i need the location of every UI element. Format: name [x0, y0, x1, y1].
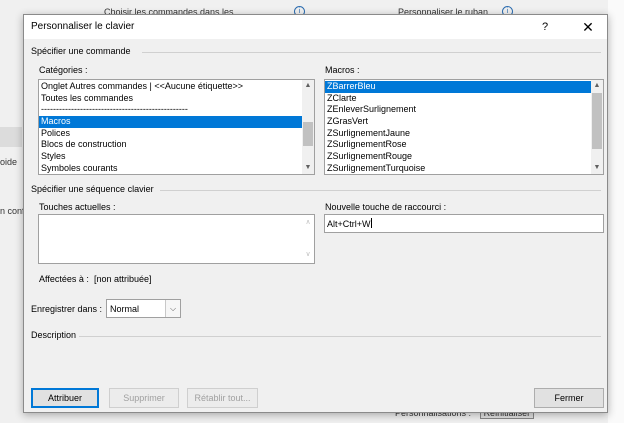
save-in-label: Enregistrer dans : [31, 304, 103, 314]
scroll-down-arrow-icon[interactable]: ▼ [591, 162, 603, 174]
new-shortcut-value: Alt+Ctrl+W [327, 219, 371, 229]
category-list-item[interactable]: Polices [39, 128, 314, 140]
macros-listbox[interactable]: ZBarrerBleu ZClarte ZEnleverSurlignement ZG… [324, 79, 604, 175]
categories-scrollbar[interactable]: ▲ ▼ [302, 80, 314, 174]
remove-button[interactable]: Supprimer [109, 388, 179, 408]
scroll-up-arrow-icon[interactable]: ∧ [302, 217, 314, 229]
dialog-titlebar: Personnaliser le clavier ? ✕ [24, 15, 607, 39]
category-list-item[interactable]: Symboles courants [39, 163, 314, 174]
bg-left-text: n conf [0, 206, 25, 216]
macro-list-item[interactable]: ZClarte [325, 93, 603, 105]
category-list-item[interactable]: Macros [39, 116, 314, 128]
text-caret [370, 218, 372, 228]
category-list-item[interactable]: Blocs de construction [39, 139, 314, 151]
category-list-item[interactable]: ----------------------------------------… [39, 104, 314, 116]
reset-all-button[interactable]: Rétablir tout... [187, 388, 258, 408]
scroll-thumb[interactable] [303, 122, 313, 146]
background-window-edge [608, 0, 624, 423]
close-icon[interactable]: ✕ [577, 17, 599, 37]
specify-command-heading: Spécifier une commande [31, 46, 131, 56]
bg-left-text: oide [0, 157, 18, 167]
assign-button[interactable]: Attribuer [31, 388, 99, 408]
close-button[interactable]: Fermer [534, 388, 604, 408]
help-button[interactable]: ? [535, 17, 555, 37]
macros-scrollbar[interactable]: ▲ ▼ [591, 80, 603, 174]
current-keys-scrollbar[interactable]: ∧ ∨ [302, 215, 314, 263]
dialog-title: Personnaliser le clavier [31, 21, 135, 32]
scroll-thumb[interactable] [592, 93, 602, 149]
save-in-value: Normal [110, 304, 140, 314]
category-list-item[interactable]: Toutes les commandes [39, 93, 314, 105]
macro-list-item[interactable]: ZBarrerBleu [325, 81, 603, 93]
macro-list-item[interactable]: ZGrasVert [325, 116, 603, 128]
description-heading: Description [31, 330, 77, 340]
bg-sidebar-selected-item [0, 127, 22, 147]
new-shortcut-label: Nouvelle touche de raccourci : [325, 202, 447, 212]
current-keys-listbox[interactable]: ∧ ∨ [38, 214, 315, 264]
categories-listbox[interactable]: Onglet Autres commandes | <<Aucune étiqu… [38, 79, 315, 175]
macros-label: Macros : [325, 65, 360, 75]
category-list-item[interactable]: Styles [39, 151, 314, 163]
scroll-up-arrow-icon[interactable]: ▲ [302, 80, 314, 92]
macro-list-item[interactable]: ZEnleverSurlignement [325, 104, 603, 116]
new-shortcut-input[interactable]: Alt+Ctrl+W [324, 214, 604, 233]
group-divider [160, 190, 601, 191]
save-in-dropdown[interactable]: Normal ⌵ [106, 299, 181, 318]
chevron-down-icon[interactable]: ⌵ [165, 300, 180, 317]
macro-list-item[interactable]: ZSurlignementRose [325, 139, 603, 151]
group-divider [79, 336, 601, 337]
scroll-down-arrow-icon[interactable]: ∨ [302, 249, 314, 261]
assigned-to-value: [non attribuée] [94, 274, 152, 284]
scroll-up-arrow-icon[interactable]: ▲ [591, 80, 603, 92]
macro-list-item[interactable]: ZSurlignementJaune [325, 128, 603, 140]
customize-keyboard-dialog: Personnaliser le clavier ? ✕ Spécifier u… [23, 14, 608, 413]
macro-list-item[interactable]: ZSurlignementTurquoise [325, 163, 603, 174]
macro-list-item[interactable]: ZSurlignementRouge [325, 151, 603, 163]
scroll-down-arrow-icon[interactable]: ▼ [302, 162, 314, 174]
assigned-to-label: Affectées à : [39, 274, 89, 284]
group-divider [142, 52, 601, 53]
category-list-item[interactable]: Onglet Autres commandes | <<Aucune étiqu… [39, 81, 314, 93]
categories-label: Catégories : [39, 65, 88, 75]
current-keys-label: Touches actuelles : [39, 202, 116, 212]
specify-keys-heading: Spécifier une séquence clavier [31, 184, 154, 194]
